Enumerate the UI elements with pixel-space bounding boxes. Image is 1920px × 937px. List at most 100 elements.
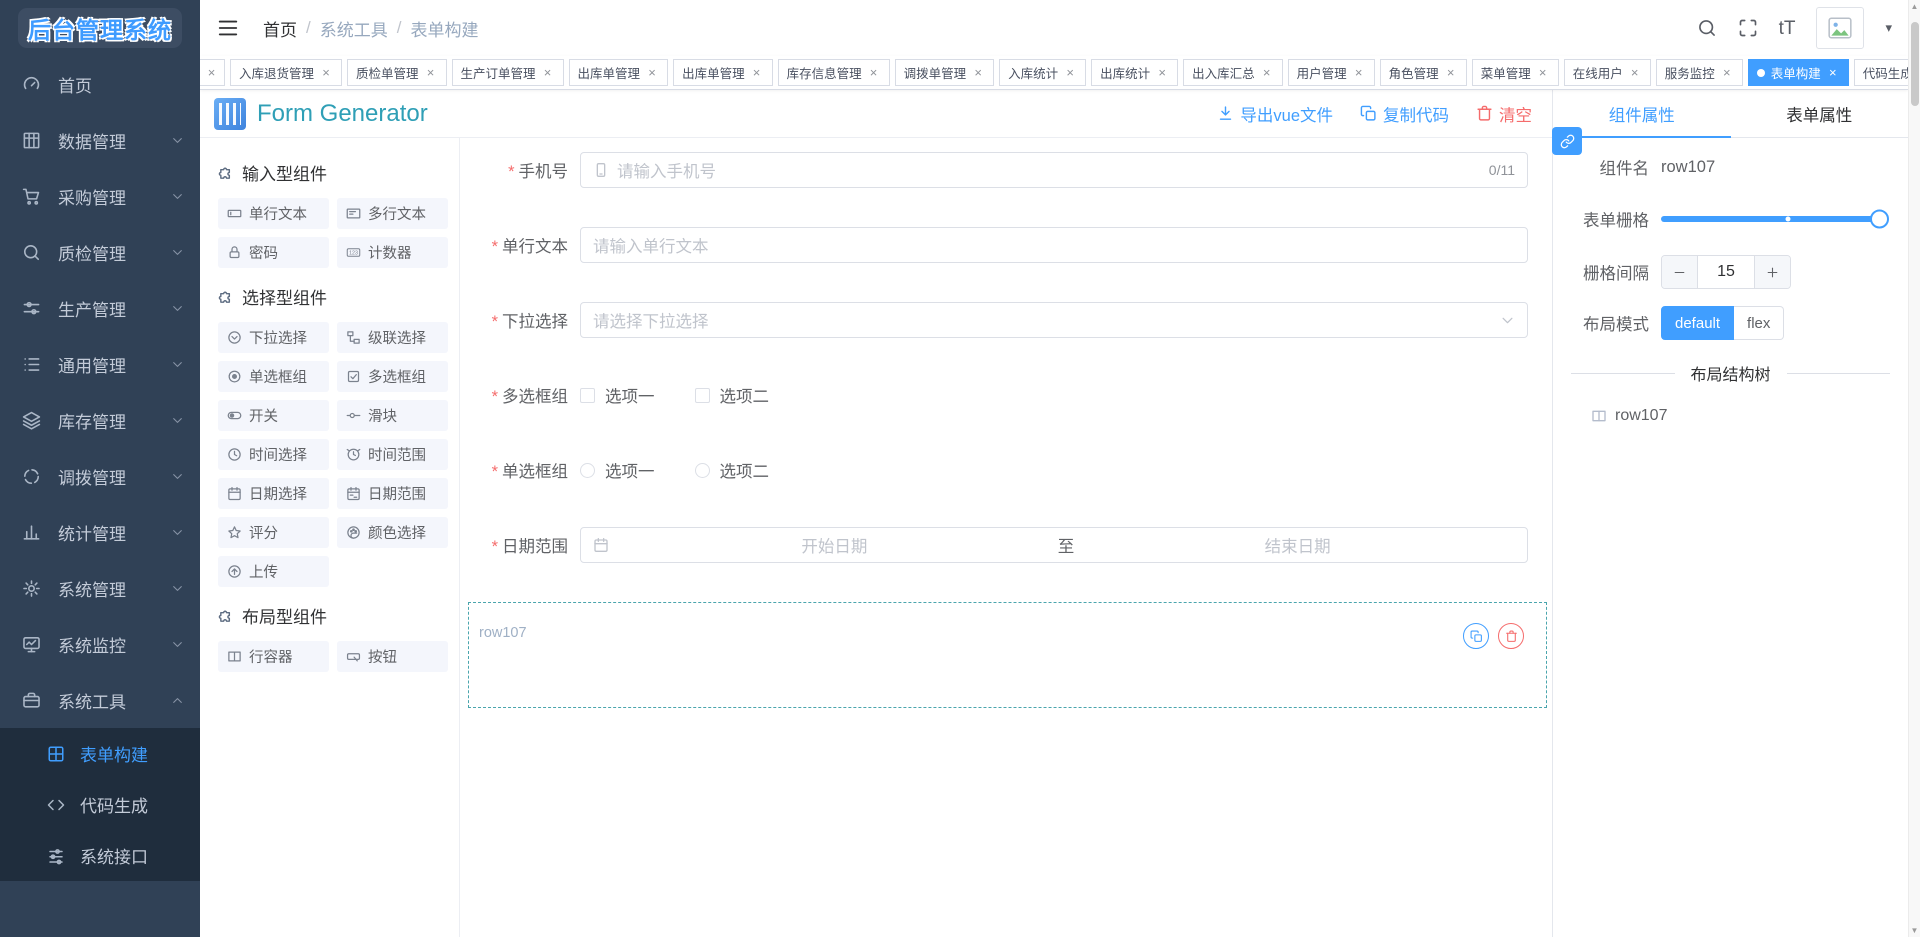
sidebar-item-首页[interactable]: 首页 — [0, 56, 200, 112]
tab-close-icon[interactable]: × — [541, 66, 555, 80]
sidebar-item-生产管理[interactable]: 生产管理 — [0, 280, 200, 336]
component-单选框组[interactable]: 单选框组 — [218, 361, 329, 392]
json-drawer-button[interactable] — [1552, 127, 1582, 155]
tab-close-icon[interactable]: × — [1826, 66, 1840, 80]
fullscreen-icon[interactable] — [1738, 18, 1758, 38]
component-日期选择[interactable]: 日期选择 — [218, 478, 329, 509]
tab-close-icon[interactable]: × — [1444, 66, 1458, 80]
radio-选项二[interactable]: 选项二 — [695, 458, 770, 482]
sidebar-subitem-系统接口[interactable]: 系统接口 — [0, 830, 200, 881]
radio-选项一[interactable]: 选项一 — [580, 458, 655, 482]
tab-close-icon[interactable]: × — [971, 66, 985, 80]
tab-质检单管理[interactable]: 质检单管理× — [347, 59, 447, 86]
component-评分[interactable]: 评分 — [218, 517, 329, 548]
delete-row-button[interactable] — [1498, 623, 1524, 649]
text-input[interactable]: 请输入单行文本 — [580, 227, 1528, 263]
tab-代码生成[interactable]: 代码生成× — [1854, 59, 1908, 86]
复制代码-button[interactable]: 复制代码 — [1360, 102, 1449, 126]
tab-close-icon[interactable]: × — [1628, 66, 1642, 80]
component-下拉选择[interactable]: 下拉选择 — [218, 322, 329, 353]
checkbox-选项二[interactable]: 选项二 — [695, 383, 770, 407]
component-颜色选择[interactable]: 颜色选择 — [337, 517, 448, 548]
tab-服务监控[interactable]: 服务监控× — [1656, 59, 1743, 86]
scrollbar-thumb[interactable] — [1911, 22, 1919, 106]
copy-row-button[interactable] — [1463, 623, 1489, 649]
tab-出库统计[interactable]: 出库统计× — [1091, 59, 1178, 86]
component-多选框组[interactable]: 多选框组 — [337, 361, 448, 392]
component-上传[interactable]: 上传 — [218, 556, 329, 587]
tab-close-icon[interactable]: × — [1260, 66, 1274, 80]
decrease-button[interactable] — [1662, 256, 1698, 288]
checkbox-box[interactable] — [580, 388, 595, 403]
increase-button[interactable] — [1754, 256, 1790, 288]
component-开关[interactable]: 开关 — [218, 400, 329, 431]
tab-出库单管理[interactable]: 出库单管理× — [673, 59, 773, 86]
component-级联选择[interactable]: 级联选择 — [337, 322, 448, 353]
tab-在线用户[interactable]: 在线用户× — [1564, 59, 1651, 86]
tab-生产订单管理[interactable]: 生产订单管理× — [452, 59, 564, 86]
breadcrumb-item[interactable]: 首页 — [263, 16, 297, 41]
导出vue文件-button[interactable]: 导出vue文件 — [1217, 102, 1333, 126]
tab-调拨单管理[interactable]: 调拨单管理× — [895, 59, 995, 86]
sidebar-item-系统管理[interactable]: 系统管理 — [0, 560, 200, 616]
app-logo[interactable]: 后台管理系统 — [0, 0, 200, 56]
tab-close-icon[interactable]: × — [1063, 66, 1077, 80]
radio-circle[interactable] — [580, 463, 595, 478]
sidebar-subitem-表单构建[interactable]: 表单构建 — [0, 728, 200, 779]
radio-circle[interactable] — [695, 463, 710, 478]
tab-菜单管理[interactable]: 菜单管理× — [1472, 59, 1559, 86]
component-单行文本[interactable]: 单行文本 — [218, 198, 329, 229]
tab-close-icon[interactable]: × — [1720, 66, 1734, 80]
scroll-up-icon[interactable]: ▲ — [1909, 2, 1920, 11]
sidebar-item-采购管理[interactable]: 采购管理 — [0, 168, 200, 224]
window-scrollbar[interactable]: ▲ ▼ — [1908, 0, 1920, 937]
sidebar-item-数据管理[interactable]: 数据管理 — [0, 112, 200, 168]
tab-入库退货管理[interactable]: 入库退货管理× — [230, 59, 342, 86]
sidebar-item-系统监控[interactable]: 系统监控 — [0, 616, 200, 672]
tab-close-icon[interactable]: × — [1536, 66, 1550, 80]
tab-用户管理[interactable]: 用户管理× — [1288, 59, 1375, 86]
checkbox-box[interactable] — [695, 388, 710, 403]
gutter-value[interactable]: 15 — [1698, 256, 1754, 288]
font-size-icon[interactable]: tT — [1779, 19, 1796, 38]
tab-partial[interactable]: × — [200, 59, 225, 86]
caret-down-icon[interactable]: ▾ — [1885, 20, 1892, 36]
tab-出库单管理[interactable]: 出库单管理× — [569, 59, 669, 86]
properties-tab-表单属性[interactable]: 表单属性 — [1731, 90, 1909, 137]
slider-handle[interactable] — [1870, 210, 1889, 229]
sidebar-toggle-icon[interactable] — [217, 17, 239, 39]
sidebar-item-通用管理[interactable]: 通用管理 — [0, 336, 200, 392]
tab-close-icon[interactable]: × — [319, 66, 333, 80]
sidebar-subitem-代码生成[interactable]: 代码生成 — [0, 779, 200, 830]
row-container-selected[interactable]: row107 — [468, 602, 1547, 708]
sidebar-item-质检管理[interactable]: 质检管理 — [0, 224, 200, 280]
tab-表单构建[interactable]: 表单构建× — [1748, 59, 1849, 86]
text-input[interactable]: 请输入手机号0/11 — [580, 152, 1528, 188]
component-时间选择[interactable]: 时间选择 — [218, 439, 329, 470]
avatar[interactable] — [1816, 7, 1864, 49]
tab-close-icon[interactable]: × — [1155, 66, 1169, 80]
search-icon[interactable] — [1697, 18, 1717, 38]
layout-mode-flex-button[interactable]: flex — [1734, 306, 1784, 340]
tab-close-icon[interactable]: × — [645, 66, 659, 80]
tab-入库统计[interactable]: 入库统计× — [999, 59, 1086, 86]
tree-node-row107[interactable]: row107 — [1591, 407, 1908, 425]
form-canvas[interactable]: *手机号请输入手机号0/11*单行文本请输入单行文本*下拉选择请选择下拉选择*多… — [460, 138, 1552, 937]
tab-close-icon[interactable]: × — [1352, 66, 1366, 80]
layout-mode-default-button[interactable]: default — [1661, 306, 1734, 340]
date-range-input[interactable]: 开始日期至结束日期 — [580, 527, 1528, 563]
component-密码[interactable]: 密码 — [218, 237, 329, 268]
tab-close-icon[interactable]: × — [205, 66, 218, 80]
component-行容器[interactable]: 行容器 — [218, 641, 329, 672]
tab-出入库汇总[interactable]: 出入库汇总× — [1183, 59, 1283, 86]
清空-button[interactable]: 清空 — [1476, 102, 1532, 126]
component-按钮[interactable]: 按钮 — [337, 641, 448, 672]
scroll-down-icon[interactable]: ▼ — [1909, 926, 1920, 935]
tab-close-icon[interactable]: × — [867, 66, 881, 80]
component-多行文本[interactable]: 多行文本 — [337, 198, 448, 229]
select-input[interactable]: 请选择下拉选择 — [580, 302, 1528, 338]
tab-close-icon[interactable]: × — [750, 66, 764, 80]
component-时间范围[interactable]: 时间范围 — [337, 439, 448, 470]
component-滑块[interactable]: 滑块 — [337, 400, 448, 431]
sidebar-item-库存管理[interactable]: 库存管理 — [0, 392, 200, 448]
